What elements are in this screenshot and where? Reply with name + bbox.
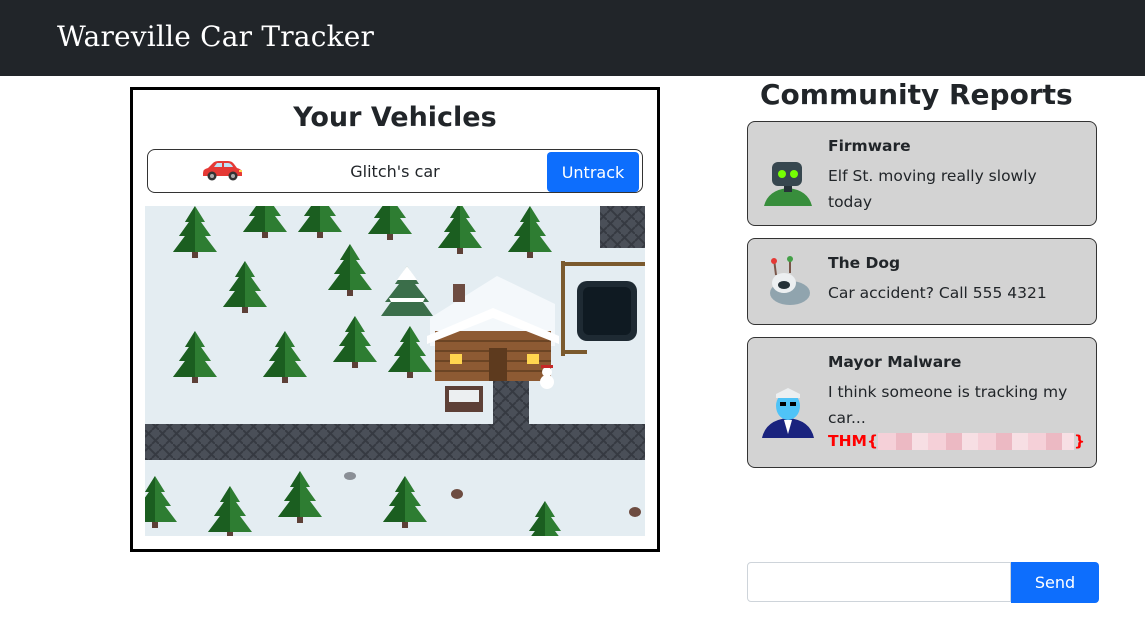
vehicles-panel: Your Vehicles Glitch's car Untrack: [130, 87, 660, 552]
report-card: Firmware Elf St. moving really slowly to…: [747, 121, 1097, 226]
navbar: Wareville Car Tracker: [0, 0, 1145, 76]
untrack-button[interactable]: Untrack: [547, 152, 639, 192]
report-author: Mayor Malware: [828, 353, 962, 371]
flag-suffix: }: [1074, 432, 1086, 450]
reports-title: Community Reports: [760, 78, 1073, 111]
robot-avatar: [764, 162, 812, 206]
mayor-avatar: [762, 388, 814, 438]
redaction-block: [878, 433, 1075, 450]
flag-text: THM{}: [828, 432, 1085, 450]
report-message: I think someone is tracking my car...: [828, 383, 1068, 427]
report-message: Car accident? Call 555 4321: [828, 284, 1047, 302]
dog-avatar: [770, 256, 810, 305]
vehicle-row: Glitch's car Untrack: [147, 149, 643, 193]
flag-prefix: THM{: [828, 432, 879, 450]
brand-title[interactable]: Wareville Car Tracker: [57, 20, 374, 53]
report-card: Mayor Malware I think someone is trackin…: [747, 337, 1097, 468]
report-message: Elf St. moving really slowly today: [828, 167, 1037, 211]
tracker-map[interactable]: [145, 206, 645, 536]
report-input[interactable]: [747, 562, 1011, 602]
report-author: The Dog: [828, 254, 901, 272]
report-card: The Dog Car accident? Call 555 4321: [747, 238, 1097, 325]
report-author: Firmware: [828, 137, 911, 155]
send-button[interactable]: Send: [1011, 562, 1099, 603]
vehicles-title: Your Vehicles: [293, 102, 497, 133]
